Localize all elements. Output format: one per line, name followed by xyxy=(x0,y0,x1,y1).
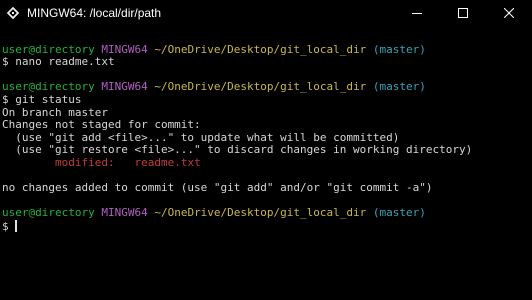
prompt-system: MINGW64 xyxy=(101,81,148,94)
prompt-symbol: $ xyxy=(2,93,9,106)
output-line: (use "git restore <file>..." to discard … xyxy=(2,144,473,157)
prompt-symbol: $ xyxy=(2,219,9,233)
prompt-line: user@directory MINGW64 ~/OneDrive/Deskto… xyxy=(2,44,510,57)
prompt-path: ~/OneDrive/Desktop/git_local_dir xyxy=(154,43,367,56)
maximize-icon xyxy=(458,7,468,18)
command-line: $ xyxy=(2,219,510,233)
prompt-branch: (master) xyxy=(372,207,426,220)
prompt-path: ~/OneDrive/Desktop/git_local_dir xyxy=(154,81,367,94)
prompt-path: ~/OneDrive/Desktop/git_local_dir xyxy=(154,207,367,220)
prompt-user: user@directory xyxy=(2,43,95,56)
window-controls xyxy=(394,0,532,25)
close-button[interactable] xyxy=(486,0,532,25)
output-line: no changes added to commit (use "git add… xyxy=(2,182,433,195)
text-cursor xyxy=(15,219,18,232)
command-line: $ git status xyxy=(2,94,510,107)
prompt-system: MINGW64 xyxy=(101,43,148,56)
modified-label: modified: xyxy=(54,156,115,169)
command-line: $ nano readme.txt xyxy=(2,56,510,69)
mingw-app-icon[interactable] xyxy=(6,6,20,20)
prompt-line: user@directory MINGW64 ~/OneDrive/Deskto… xyxy=(2,207,510,220)
prompt-system: MINGW64 xyxy=(101,207,148,220)
output-line: Changes not staged for commit: xyxy=(2,119,201,132)
modified-line: modified: readme.txt xyxy=(2,157,510,170)
maximize-button[interactable] xyxy=(440,0,486,25)
close-icon xyxy=(504,7,514,18)
terminal-window: MINGW64: /local/dir/path user@directory … xyxy=(0,0,532,300)
command-text: git status xyxy=(15,93,82,106)
scrollbar[interactable] xyxy=(515,25,532,300)
prompt-line: user@directory MINGW64 ~/OneDrive/Deskto… xyxy=(2,81,510,94)
prompt-branch: (master) xyxy=(372,43,426,56)
title-bar[interactable]: MINGW64: /local/dir/path xyxy=(0,0,532,25)
modified-file: readme.txt xyxy=(134,156,201,169)
prompt-branch: (master) xyxy=(372,81,426,94)
prompt-symbol: $ xyxy=(2,56,9,69)
command-text: nano readme.txt xyxy=(15,56,115,69)
prompt-user: user@directory xyxy=(2,207,95,220)
window-title: MINGW64: /local/dir/path xyxy=(27,5,162,20)
output-line: (use "git add <file>..." to update what … xyxy=(2,131,400,144)
minimize-icon xyxy=(412,12,422,14)
output-line: On branch master xyxy=(2,106,108,119)
minimize-button[interactable] xyxy=(394,0,440,25)
terminal-output[interactable]: user@directory MINGW64 ~/OneDrive/Deskto… xyxy=(2,31,510,300)
prompt-user: user@directory xyxy=(2,81,95,94)
